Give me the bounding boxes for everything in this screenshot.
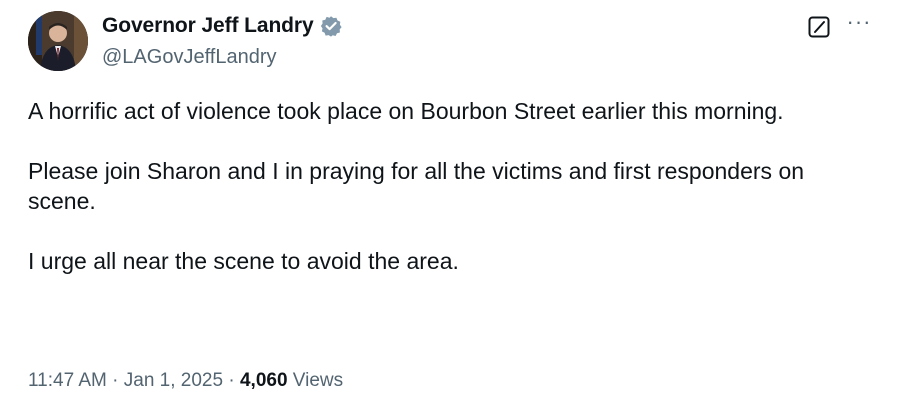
avatar-image (28, 11, 88, 71)
author-display-name[interactable]: Governor Jeff Landry (102, 14, 314, 38)
tweet-card: Governor Jeff Landry @LAGovJeffLandry ··… (0, 0, 900, 419)
author-name-row: Governor Jeff Landry (102, 14, 342, 38)
tweet-paragraph: A horrific act of violence took place on… (28, 98, 784, 124)
verified-badge-icon (320, 15, 342, 37)
grok-icon[interactable] (808, 16, 830, 38)
views-label: Views (292, 370, 344, 391)
avatar[interactable] (28, 11, 88, 71)
meta-separator: · (112, 370, 124, 391)
author-handle[interactable]: @LAGovJeffLandry (102, 46, 276, 69)
tweet-text: A horrific act of violence took place on… (28, 96, 878, 306)
tweet-date[interactable]: Jan 1, 2025 (124, 370, 223, 391)
tweet-time[interactable]: 11:47 AM (28, 370, 107, 391)
tweet-paragraph: Please join Sharon and I in praying for … (28, 158, 805, 214)
meta-separator: · (228, 370, 240, 391)
tweet-meta: 11:47 AM · Jan 1, 2025 · 4,060 Views (28, 370, 343, 392)
more-options-button[interactable]: ··· (846, 11, 872, 38)
tweet-paragraph: I urge all near the scene to avoid the a… (28, 248, 459, 274)
views-count: 4,060 (239, 370, 288, 391)
